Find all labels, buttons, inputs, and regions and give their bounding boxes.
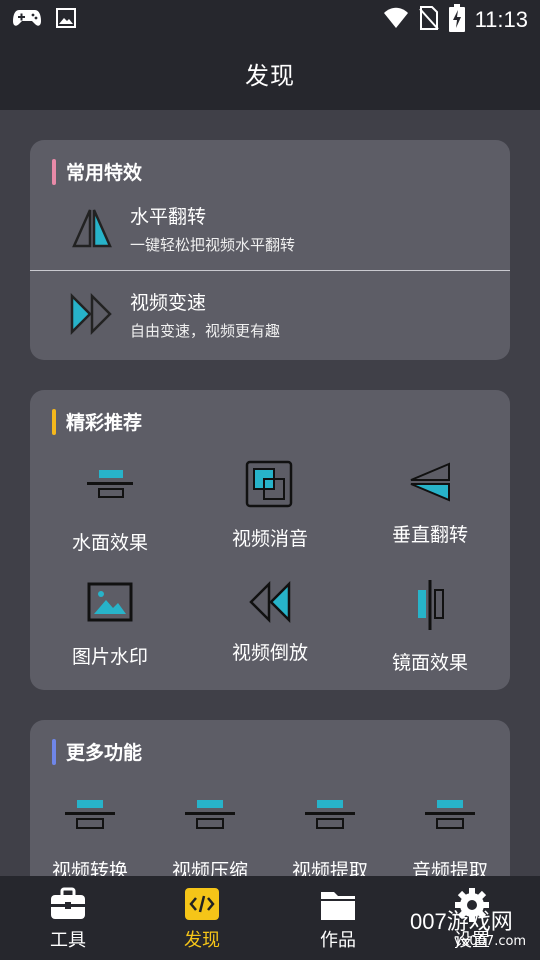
wifi-icon — [383, 7, 409, 33]
nav-label: 发现 — [184, 930, 220, 951]
card-title: 更多功能 — [66, 742, 143, 764]
accent-bar — [52, 158, 56, 185]
status-bar: 11:13 — [0, 0, 540, 40]
nav-label: 作品 — [320, 930, 356, 951]
nav-label: 工具 — [50, 930, 86, 951]
recommended-card: 精彩推荐 水面效果 视频消音 垂直翻转 图片水印 视频倒放 镜面效果 — [30, 390, 510, 690]
battery-charging-icon — [448, 4, 465, 36]
top-bar: 11:13 发现 — [0, 0, 540, 110]
tool-generic-icon — [185, 798, 235, 848]
mirror-flip-icon — [70, 206, 114, 250]
grid-item-mute-video[interactable]: 视频消音 — [205, 460, 335, 570]
code-icon — [182, 886, 222, 924]
no-sim-icon — [418, 5, 439, 35]
page-title: 发现 — [245, 62, 295, 90]
grid-label: 垂直翻转 — [391, 524, 468, 546]
watermark-subtext: yx007.com — [454, 934, 527, 949]
mute-video-icon — [245, 460, 295, 510]
list-item-horizontal-flip[interactable]: 水平翻转 一键轻松把视频水平翻转 — [30, 186, 510, 272]
card-title: 常用特效 — [66, 162, 143, 184]
card-title: 精彩推荐 — [66, 412, 143, 434]
tool-generic-icon — [305, 798, 355, 848]
water-reflection-icon — [85, 462, 135, 512]
accent-bar — [52, 408, 56, 435]
tool-generic-icon — [425, 798, 475, 848]
grid-label: 图片水印 — [71, 646, 148, 668]
nav-works[interactable]: 作品 — [288, 886, 388, 952]
mirror-effect-icon — [405, 580, 455, 630]
list-item-speed-change[interactable]: 视频变速 自由变速，视频更有趣 — [30, 272, 510, 358]
grid-item-picture-watermark[interactable]: 图片水印 — [45, 578, 175, 688]
watermark-text: 007游戏网 — [410, 909, 513, 934]
tool-generic-icon — [65, 798, 115, 848]
grid-item-reverse-video[interactable]: 视频倒放 — [205, 578, 335, 688]
fast-forward-icon — [70, 292, 114, 336]
picture-watermark-icon — [85, 578, 135, 628]
vertical-flip-icon — [405, 460, 455, 510]
divider — [30, 270, 510, 271]
card-header: 更多功能 — [52, 738, 142, 765]
grid-item-mirror-effect[interactable]: 镜面效果 — [365, 580, 495, 690]
item-desc: 一键轻松把视频水平翻转 — [130, 236, 296, 254]
image-icon — [56, 8, 76, 32]
rewind-icon — [245, 578, 295, 628]
grid-label: 镜面效果 — [391, 652, 468, 674]
nav-discover[interactable]: 发现 — [152, 886, 252, 952]
grid-label: 视频倒放 — [231, 642, 308, 664]
card-header: 常用特效 — [52, 158, 142, 185]
grid-item-water-effect[interactable]: 水面效果 — [45, 462, 175, 572]
nav-tools[interactable]: 工具 — [18, 886, 118, 952]
grid-label: 水面效果 — [71, 532, 148, 554]
site-watermark: 007游戏网 yx007.com — [410, 902, 540, 958]
item-desc: 自由变速，视频更有趣 — [130, 322, 281, 340]
folder-icon — [318, 886, 358, 924]
grid-item-vertical-flip[interactable]: 垂直翻转 — [365, 460, 495, 570]
grid-label: 视频消音 — [231, 528, 308, 550]
item-title: 视频变速 — [130, 292, 207, 314]
item-title: 水平翻转 — [130, 206, 207, 228]
accent-bar — [52, 738, 56, 765]
toolbox-icon — [48, 886, 88, 924]
card-header: 精彩推荐 — [52, 408, 142, 435]
gamepad-icon — [12, 7, 42, 33]
common-effects-card: 常用特效 水平翻转 一键轻松把视频水平翻转 视频变速 自由变速，视频更有趣 — [30, 140, 510, 360]
status-time: 11:13 — [474, 7, 528, 32]
